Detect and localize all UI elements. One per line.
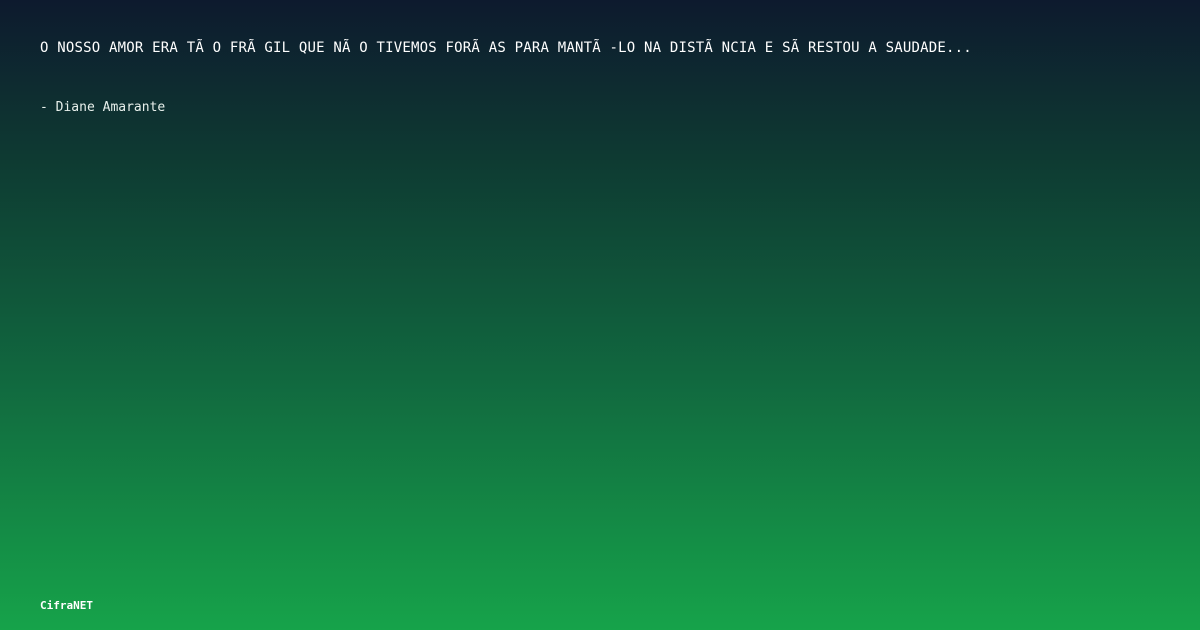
brand-logo-text: CifraNET <box>40 599 93 612</box>
quote-text: O NOSSO AMOR ERA TÃ O FRÃ GIL QUE NÃ O T… <box>40 40 972 56</box>
quote-card: O NOSSO AMOR ERA TÃ O FRÃ GIL QUE NÃ O T… <box>0 0 1200 630</box>
quote-author: - Diane Amarante <box>40 100 166 115</box>
